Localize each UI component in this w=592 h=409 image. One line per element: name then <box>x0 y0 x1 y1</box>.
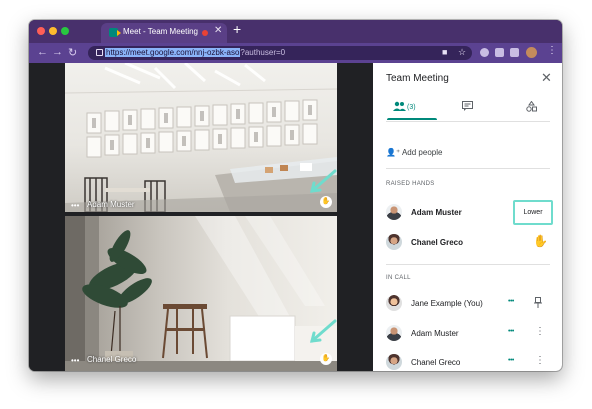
extensions-puzzle-icon[interactable] <box>510 48 519 57</box>
video-tile-chanel[interactable]: ••• Chanel Greco ✋ <box>65 216 337 371</box>
tab-close-icon[interactable]: ✕ <box>214 25 222 36</box>
forward-button[interactable]: → <box>52 46 63 58</box>
back-button[interactable]: ← <box>37 46 48 58</box>
new-tab-button[interactable]: + <box>233 21 241 37</box>
tab-strip: Meet - Team Meeting ✕ + <box>29 20 562 43</box>
extension-icon[interactable] <box>495 48 504 57</box>
activities-tab-icon[interactable] <box>526 100 537 115</box>
raised-hands-header: RAISED HANDS <box>386 181 435 187</box>
browser-toolbar: ← → ↻ https://meet.google.com/nnj-ozbk-a… <box>29 43 562 63</box>
people-panel: Team Meeting ✕ (3) 👤⁺ Add people RAISED … <box>373 63 562 371</box>
url-host: https://meet.google.com/nnj-ozbk-aso <box>105 48 241 57</box>
video-tile-adam[interactable]: ••• Adam Muster ✋ <box>65 63 337 212</box>
participant-options-icon[interactable]: ••• <box>71 201 79 210</box>
avatar <box>386 234 402 250</box>
active-tab-indicator <box>387 118 437 120</box>
raised-hand-icon: ✋ <box>320 196 332 208</box>
browser-menu-icon[interactable]: ⋮ <box>547 45 557 56</box>
close-panel-icon[interactable]: ✕ <box>541 70 552 86</box>
lower-hand-button[interactable]: Lower <box>513 200 553 225</box>
more-options-icon[interactable]: ••• <box>508 298 514 305</box>
participant-name: Adam Muster <box>87 200 135 209</box>
video-grid: ••• Adam Muster ✋ ••• Chanel Greco ✋ <box>29 63 373 371</box>
close-window-button[interactable] <box>37 27 45 35</box>
maximize-window-button[interactable] <box>61 27 69 35</box>
url-query: ?authuser=0 <box>240 48 286 57</box>
kebab-menu-icon[interactable]: ⋮ <box>535 326 545 337</box>
tab-title: Meet - Team Meeting <box>123 27 198 36</box>
camera-indicator-icon[interactable]: ■ <box>442 47 447 57</box>
raised-hand-icon: ✋ <box>320 353 332 365</box>
add-people-button[interactable]: 👤⁺ Add people <box>386 148 442 157</box>
address-bar[interactable]: https://meet.google.com/nnj-ozbk-aso?aut… <box>88 46 472 60</box>
divider <box>386 121 550 122</box>
avatar <box>386 295 402 311</box>
meet-favicon-icon <box>109 28 121 37</box>
recording-dot-icon <box>202 30 208 36</box>
avatar <box>386 204 402 220</box>
raised-hand-name: Adam Muster <box>411 208 462 217</box>
people-count: (3) <box>407 104 416 111</box>
minimize-window-button[interactable] <box>49 27 57 35</box>
lock-icon <box>96 49 103 56</box>
divider <box>386 168 550 169</box>
pin-icon[interactable] <box>534 297 542 311</box>
more-options-icon[interactable]: ••• <box>508 328 514 335</box>
panel-title: Team Meeting <box>386 73 449 84</box>
profile-avatar[interactable] <box>526 47 537 58</box>
kebab-menu-icon[interactable]: ⋮ <box>535 355 545 366</box>
tab-meet[interactable]: Meet - Team Meeting ✕ <box>101 23 227 43</box>
kitchen-scene-image <box>65 63 337 212</box>
participant-name: Adam Muster <box>411 329 459 338</box>
people-tab-icon[interactable] <box>393 101 406 114</box>
participant-name: Chanel Greco <box>411 358 461 367</box>
in-call-header: IN CALL <box>386 275 411 281</box>
participant-options-icon[interactable]: ••• <box>71 356 79 365</box>
add-people-label: Add people <box>401 148 443 157</box>
extension-icon[interactable] <box>480 48 489 57</box>
avatar <box>386 325 402 341</box>
divider <box>386 264 550 265</box>
lower-hand-icon[interactable]: ✋ <box>533 234 548 248</box>
participant-name: Chanel Greco <box>87 355 137 364</box>
more-options-icon[interactable]: ••• <box>508 357 514 364</box>
participant-name: Jane Example (You) <box>411 299 483 308</box>
living-room-scene-image <box>65 216 337 371</box>
raised-hand-name: Chanel Greco <box>411 238 464 247</box>
avatar <box>386 354 402 370</box>
chat-tab-icon[interactable] <box>462 101 473 114</box>
add-person-icon: 👤⁺ <box>386 148 402 157</box>
browser-window: Meet - Team Meeting ✕ + ← → ↻ https://me… <box>29 20 562 371</box>
reload-button[interactable]: ↻ <box>68 46 77 59</box>
bookmark-star-icon[interactable]: ☆ <box>458 47 466 58</box>
